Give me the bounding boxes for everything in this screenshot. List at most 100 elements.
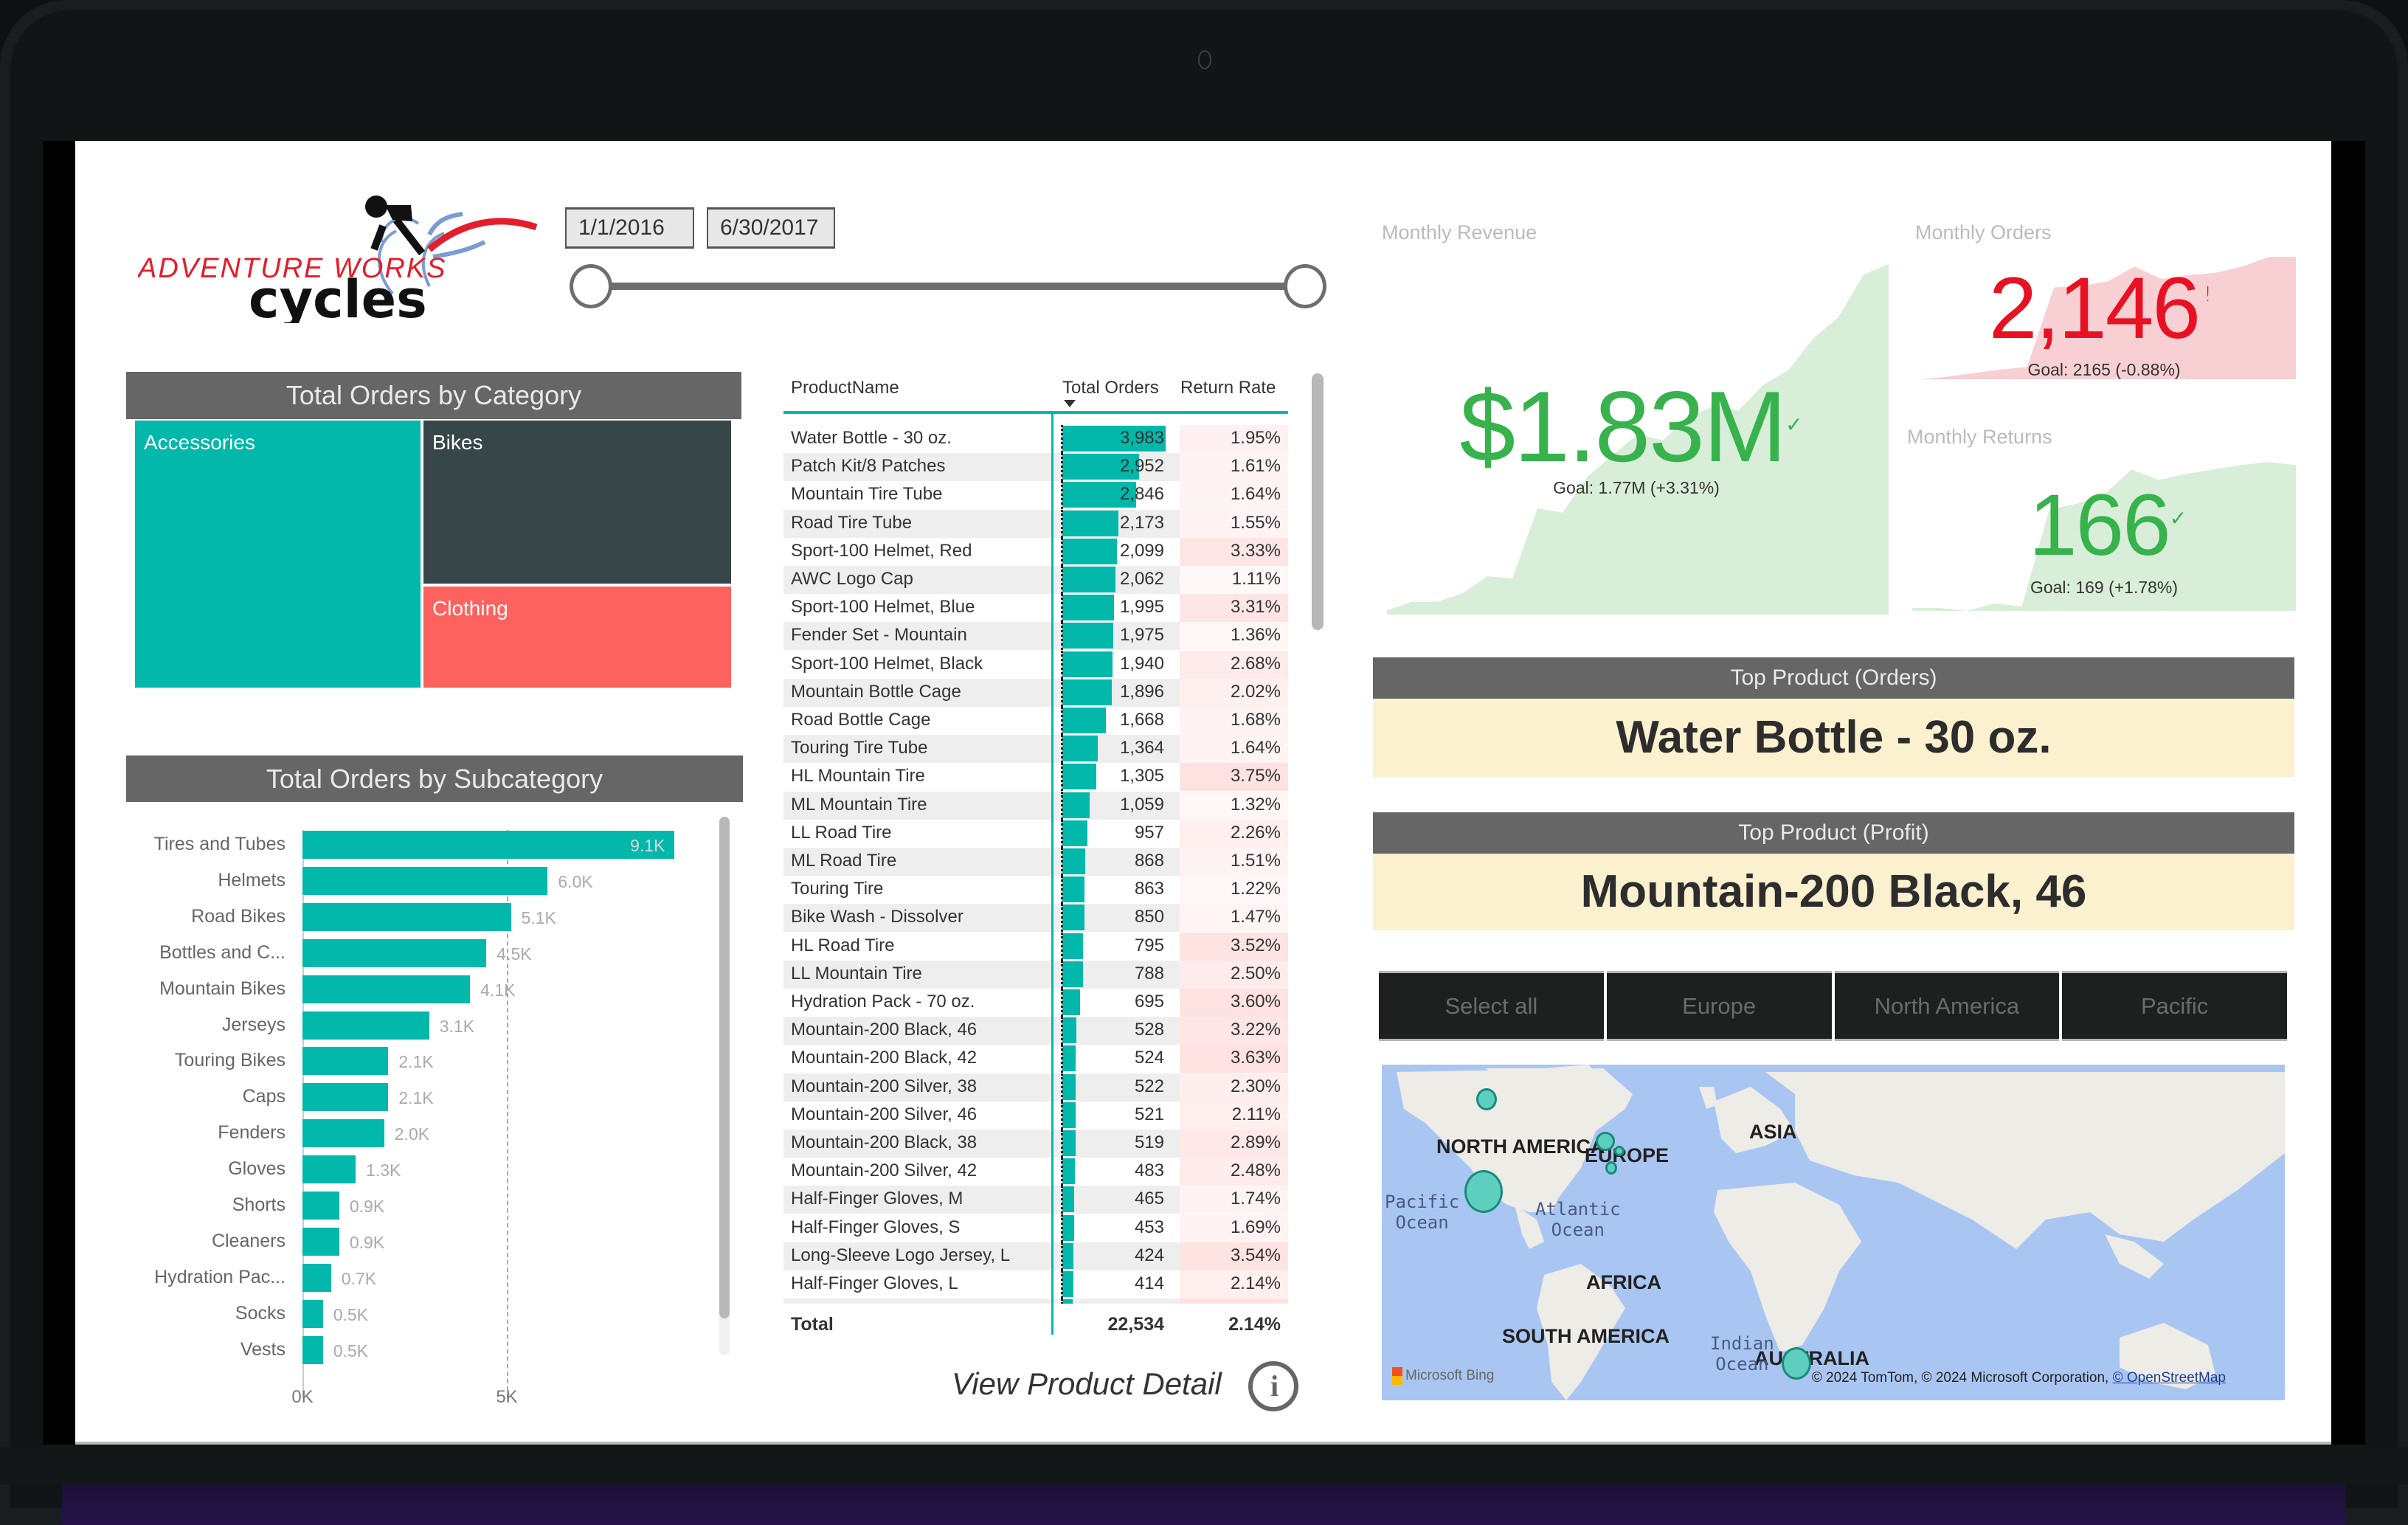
treemap-tile-bikes[interactable]: Bikes [423,421,731,584]
table-row[interactable]: Half-Finger Gloves, M 465 1.74% [783,1186,1288,1214]
table-row[interactable]: Road Bottle Cage 1,668 1.68% [783,707,1288,735]
return-rate-cell: 1.51% [1230,851,1281,871]
region-north-america-button[interactable]: North America [1834,971,2060,1041]
total-orders-cell: 521 [1134,1104,1164,1124]
table-row[interactable]: Sport-100 Helmet, Red 2,099 3.33% [783,537,1288,566]
column-divider [1051,411,1054,1335]
bar-vests[interactable] [302,1335,323,1364]
treemap-tile-clothing[interactable]: Clothing [423,587,731,688]
region-select-all-button[interactable]: Select all [1379,971,1604,1041]
table-row[interactable]: Sport-100 Helmet, Blue 1,995 3.31% [783,594,1288,623]
map-bubble-united-states[interactable] [1464,1170,1503,1213]
table-row[interactable]: Touring Tire Tube 1,364 1.64% [783,735,1288,764]
bar-category-label: Mountain Bikes [159,978,286,999]
orders-value-text: 2,146 [1988,260,2201,357]
bar-caps[interactable] [302,1083,389,1112]
table-row[interactable]: ML Mountain Tire 1,059 1.32% [783,791,1288,820]
table-row[interactable]: Mountain-200 Silver, 38 522 2.30% [783,1073,1288,1102]
column-header-product-name[interactable]: ProductName [791,378,899,398]
map-bubble-canada[interactable] [1476,1088,1497,1110]
table-row[interactable]: Mountain-200 Black, 38 519 2.89% [783,1130,1288,1158]
date-slider-track[interactable] [601,283,1295,290]
table-row[interactable]: Sport-100 Helmet, Black 1,940 2.68% [783,650,1288,679]
bar-road-bikes[interactable] [302,902,511,931]
map-bubble-australia[interactable] [1782,1347,1811,1380]
table-row[interactable]: Water Bottle - 30 oz. 3,983 1.95% [783,425,1288,453]
map-bubble-united-kingdom[interactable] [1596,1132,1615,1151]
bar-jerseys[interactable] [302,1011,429,1040]
product-name-cell: LL Mountain Tire [791,963,922,983]
orders-data-bar [1062,764,1096,790]
table-row[interactable]: Road Tire Tube 2,173 1.55% [783,509,1288,538]
table-row[interactable]: ML Road Tire 868 1.51% [783,848,1288,876]
map-bubble-france[interactable] [1605,1161,1617,1175]
orders-data-bar [1062,1186,1075,1213]
treemap-tile-accessories[interactable]: Accessories [135,421,421,688]
total-orders-cell: 1,059 [1119,794,1164,815]
region-pacific-button[interactable]: Pacific [2062,971,2287,1041]
table-row[interactable]: Mountain Bottle Cage 1,896 2.02% [783,678,1288,707]
bar-touring-bikes[interactable] [302,1047,389,1076]
bing-attribution: Microsoft Bing [1392,1367,1494,1385]
table-row[interactable]: Mountain-200 Black, 46 528 3.22% [783,1017,1288,1045]
table-row[interactable]: Touring Tire 863 1.22% [783,876,1288,905]
openstreetmap-link[interactable]: © OpenStreetMap [2113,1370,2226,1386]
orders-map[interactable]: NORTH AMERICA EUROPE ASIA AFRICA SOUTH A… [1382,1065,2285,1400]
table-row[interactable]: Half-Finger Gloves, S 453 1.69% [783,1214,1288,1242]
table-row[interactable]: Half-Finger Gloves, L 414 2.14% [783,1270,1288,1299]
return-rate-cell: 2.14% [1230,1273,1281,1293]
table-row[interactable]: Mountain-200 Silver, 42 483 2.48% [783,1158,1288,1186]
bar-chart-scrollbar-thumb[interactable] [719,817,730,1318]
column-header-total-orders[interactable]: Total Orders [1062,378,1159,398]
return-rate-cell: 3.63% [1230,1048,1281,1068]
data-bar-axis [1061,763,1063,792]
return-rate-cell: 1.55% [1230,512,1281,533]
table-row[interactable]: HL Road Tire 795 3.52% [783,932,1288,961]
start-date-input[interactable]: 1/1/2016 [565,207,694,249]
orders-data-bar [1062,876,1085,903]
date-slider-end-handle[interactable] [1284,264,1326,308]
bar-hydration-pac-[interactable] [302,1263,331,1292]
data-bar-axis [1061,566,1063,594]
bar-bottles-and-c-[interactable] [302,938,487,967]
bar-tires-and-tubes[interactable] [302,831,675,859]
view-product-detail-link[interactable]: View Product Detail [952,1366,1222,1402]
return-rate-cell: 1.11% [1231,569,1281,589]
table-scrollbar-thumb[interactable] [1312,373,1324,630]
table-row[interactable]: Mountain-200 Silver, 46 521 2.11% [783,1101,1288,1130]
bar-mountain-bikes[interactable] [302,975,471,1003]
table-row[interactable]: Patch Kit/8 Patches 2,952 1.61% [783,453,1288,482]
table-row[interactable]: Long-Sleeve Logo Jersey, L 424 3.54% [783,1242,1288,1270]
return-rate-cell: 2.26% [1230,822,1281,843]
bar-fenders[interactable] [302,1119,384,1148]
table-row[interactable]: Long-Sleeve Logo Jersey, M 408 3.68% [783,1299,1288,1304]
product-name-cell: Half-Finger Gloves, L [791,1273,958,1293]
product-name-cell: Mountain-200 Black, 42 [791,1048,978,1068]
bar-helmets[interactable] [302,866,548,895]
map-bubble-germany[interactable] [1614,1146,1625,1156]
table-row[interactable]: Mountain Tire Tube 2,846 1.64% [783,481,1288,510]
bar-cleaners[interactable] [302,1227,339,1256]
bar-socks[interactable] [302,1299,323,1328]
table-row[interactable]: HL Mountain Tire 1,305 3.75% [783,763,1288,792]
end-date-input[interactable]: 6/30/2017 [707,207,835,249]
data-bar-axis [1061,876,1063,905]
table-row[interactable]: Mountain-200 Black, 42 524 3.63% [783,1045,1288,1073]
table-row[interactable]: LL Mountain Tire 788 2.50% [783,960,1288,989]
table-row[interactable]: AWC Logo Cap 2,062 1.11% [783,566,1288,594]
table-row[interactable]: Hydration Pack - 70 oz. 695 3.60% [783,989,1288,1017]
info-icon[interactable]: i [1248,1361,1298,1411]
region-europe-button[interactable]: Europe [1606,971,1832,1041]
bar-gloves[interactable] [302,1155,356,1184]
bar-value-label: 9.1K [630,836,665,855]
table-row[interactable]: LL Road Tire 957 2.26% [783,819,1288,848]
bar-shorts[interactable] [302,1192,339,1220]
orders-data-bar [1062,933,1083,959]
column-header-return-rate[interactable]: Return Rate [1180,378,1276,398]
table-row[interactable]: Bike Wash - Dissolver 850 1.47% [783,904,1288,933]
orders-data-bar [1062,595,1115,621]
product-name-cell: Mountain-200 Silver, 42 [791,1161,978,1181]
table-row[interactable]: Fender Set - Mountain 1,975 1.36% [783,622,1288,651]
product-name-cell: Road Tire Tube [791,512,913,533]
date-slider-start-handle[interactable] [570,264,612,308]
